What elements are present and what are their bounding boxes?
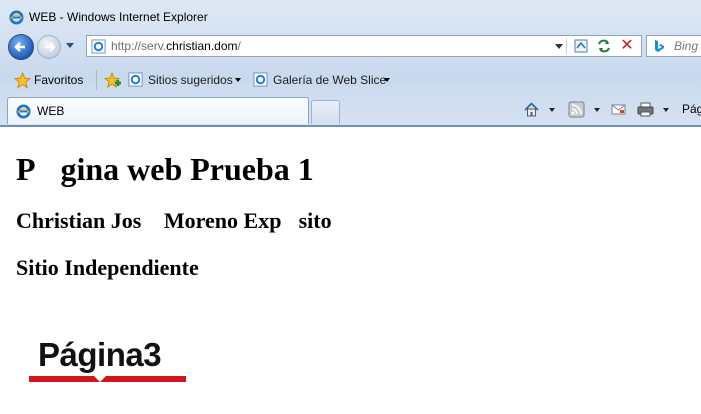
favorites-star-icon[interactable] — [14, 72, 31, 89]
page-menu-button[interactable]: Pág — [682, 102, 701, 116]
home-icon[interactable] — [523, 101, 540, 118]
search-placeholder: Bing — [674, 39, 699, 53]
logo-notch — [94, 376, 106, 382]
new-tab-button[interactable] — [311, 100, 340, 124]
back-button[interactable] — [8, 34, 34, 60]
suggested-sites-link[interactable]: Sitios sugeridos — [148, 73, 233, 87]
page-heading: P gina web Prueba 1 — [16, 151, 314, 187]
address-bar[interactable]: http://serv.christian.dom/ ✕ — [86, 35, 642, 57]
title-bar: WEB - Windows Internet Explorer — [0, 0, 701, 32]
internet-explorer-icon — [16, 104, 31, 119]
author-heading: Christian Jos  Moreno Exp sito — [16, 208, 332, 233]
favorites-button[interactable]: Favoritos — [34, 73, 83, 87]
page-favicon-icon — [91, 39, 106, 54]
recent-pages-dropdown[interactable] — [66, 43, 74, 48]
tab-label: WEB — [37, 104, 65, 118]
logo-underline — [29, 376, 186, 382]
site-type-heading: Sitio Independiente — [16, 255, 199, 280]
print-icon[interactable] — [637, 101, 654, 118]
search-box[interactable]: Bing — [646, 35, 701, 57]
web-slice-gallery-link[interactable]: Galería de Web Slice — [273, 73, 386, 87]
suggested-sites-dropdown[interactable] — [235, 78, 241, 82]
suggested-sites-icon — [128, 72, 143, 87]
forward-button[interactable] — [37, 35, 61, 59]
bing-icon — [655, 40, 664, 52]
compatibility-view-icon[interactable] — [572, 38, 590, 54]
home-dropdown[interactable] — [549, 108, 555, 112]
stop-button[interactable]: ✕ — [618, 37, 636, 55]
web-slice-gallery-dropdown[interactable] — [384, 78, 390, 82]
divider — [566, 38, 567, 54]
internet-explorer-icon — [9, 10, 24, 25]
address-dropdown[interactable] — [555, 44, 563, 49]
tab-web[interactable]: WEB — [7, 97, 309, 124]
refresh-icon[interactable] — [595, 38, 613, 54]
web-slice-gallery-icon — [253, 72, 268, 87]
web-page-content: P gina web Prueba 1 Christian Jos  Moren… — [0, 127, 701, 414]
tab-bar: WEB Pág — [0, 96, 701, 126]
favorites-bar: Favoritos Sitios sugeridos Galería de We… — [0, 66, 701, 94]
navigation-bar: http://serv.christian.dom/ ✕ Bing — [0, 32, 701, 62]
feeds-icon[interactable] — [568, 101, 585, 118]
logo-text: Página3 — [38, 336, 162, 373]
url-text[interactable]: http://serv.christian.dom/ — [111, 39, 241, 53]
add-to-favorites-bar-icon[interactable] — [104, 72, 122, 89]
divider — [96, 70, 97, 90]
browser-chrome: WEB - Windows Internet Explorer http://s… — [0, 0, 701, 126]
window-title: WEB - Windows Internet Explorer — [29, 10, 208, 24]
feeds-dropdown[interactable] — [594, 108, 600, 112]
read-mail-icon[interactable] — [610, 101, 627, 118]
pagina3-logo: Página3 — [16, 300, 202, 414]
print-dropdown[interactable] — [663, 108, 669, 112]
forward-arrow-icon — [45, 42, 56, 52]
back-arrow-icon — [14, 42, 25, 52]
